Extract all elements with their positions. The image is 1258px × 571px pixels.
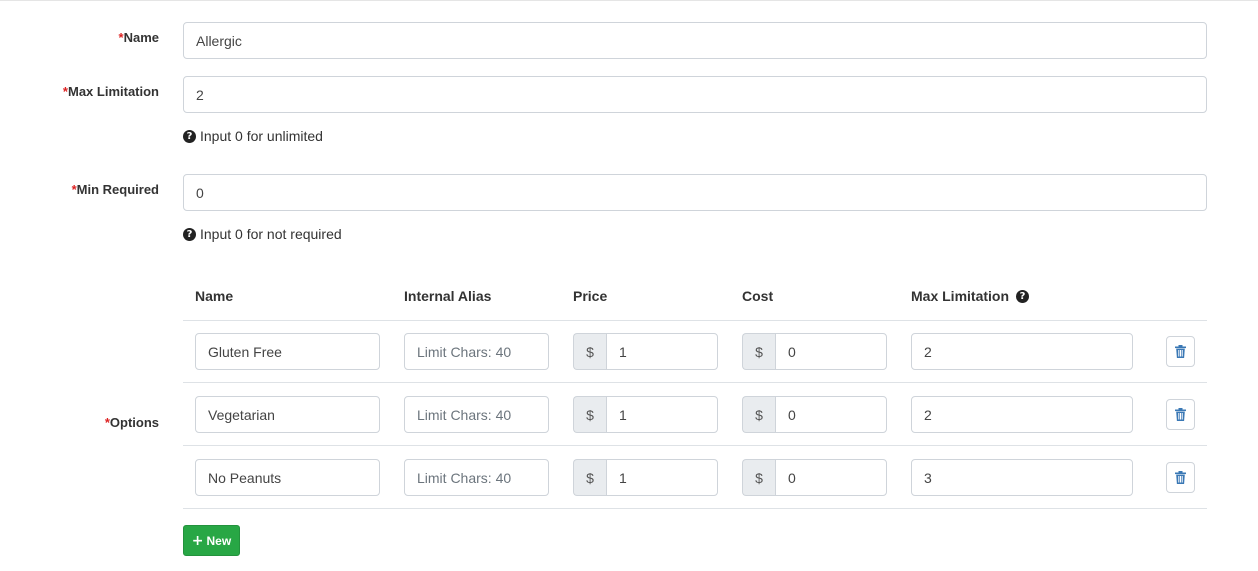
question-circle-icon[interactable]: ?: [1016, 289, 1030, 303]
option-cost-input[interactable]: [775, 459, 887, 496]
delete-option-button[interactable]: [1166, 399, 1195, 430]
max-limitation-input[interactable]: [183, 76, 1207, 113]
option-price-input[interactable]: [606, 396, 718, 433]
cost-currency-addon: $: [742, 459, 775, 496]
question-circle-icon: ?: [183, 129, 196, 143]
option-cost-input[interactable]: [775, 333, 887, 370]
plus-icon: +: [191, 532, 204, 549]
option-max-limitation-input[interactable]: [911, 333, 1133, 370]
price-currency-addon: $: [573, 333, 606, 370]
table-divider: [183, 320, 1207, 321]
name-input[interactable]: [183, 22, 1207, 59]
max-limitation-help: ? Input 0 for unlimited: [183, 128, 323, 144]
delete-option-button[interactable]: [1166, 336, 1195, 367]
column-header-internal-alias: Internal Alias: [404, 288, 492, 304]
column-header-price: Price: [573, 288, 608, 304]
option-name-input[interactable]: [195, 333, 380, 370]
table-divider: [183, 382, 1207, 383]
min-required-label: *Min Required: [71, 182, 159, 197]
cost-currency-addon: $: [742, 333, 775, 370]
option-max-limitation-input[interactable]: [911, 396, 1133, 433]
trash-icon: [1175, 408, 1186, 421]
price-currency-addon: $: [573, 396, 606, 433]
option-max-limitation-input[interactable]: [911, 459, 1133, 496]
option-alias-input[interactable]: [404, 333, 549, 370]
option-price-input[interactable]: [606, 333, 718, 370]
option-name-input[interactable]: [195, 459, 380, 496]
option-alias-input[interactable]: [404, 459, 549, 496]
price-currency-addon: $: [573, 459, 606, 496]
option-price-input[interactable]: [606, 459, 718, 496]
add-option-button[interactable]: + New: [183, 525, 240, 556]
options-label: *Options: [104, 415, 159, 430]
max-limitation-label: *Max Limitation: [62, 84, 159, 99]
question-circle-icon: ?: [183, 227, 196, 241]
column-header-max-limitation: Max Limitation?: [911, 288, 1030, 304]
delete-option-button[interactable]: [1166, 462, 1195, 493]
trash-icon: [1175, 345, 1186, 358]
option-cost-input[interactable]: [775, 396, 887, 433]
cost-currency-addon: $: [742, 396, 775, 433]
column-header-name: Name: [195, 288, 234, 304]
column-header-cost: Cost: [742, 288, 774, 304]
option-alias-input[interactable]: [404, 396, 549, 433]
option-name-input[interactable]: [195, 396, 380, 433]
table-divider: [183, 508, 1207, 509]
table-divider: [183, 445, 1207, 446]
trash-icon: [1175, 471, 1186, 484]
min-required-input[interactable]: [183, 174, 1207, 211]
name-label: *Name: [118, 30, 159, 45]
min-required-help: ? Input 0 for not required: [183, 226, 342, 242]
new-button-label: New: [206, 533, 232, 548]
